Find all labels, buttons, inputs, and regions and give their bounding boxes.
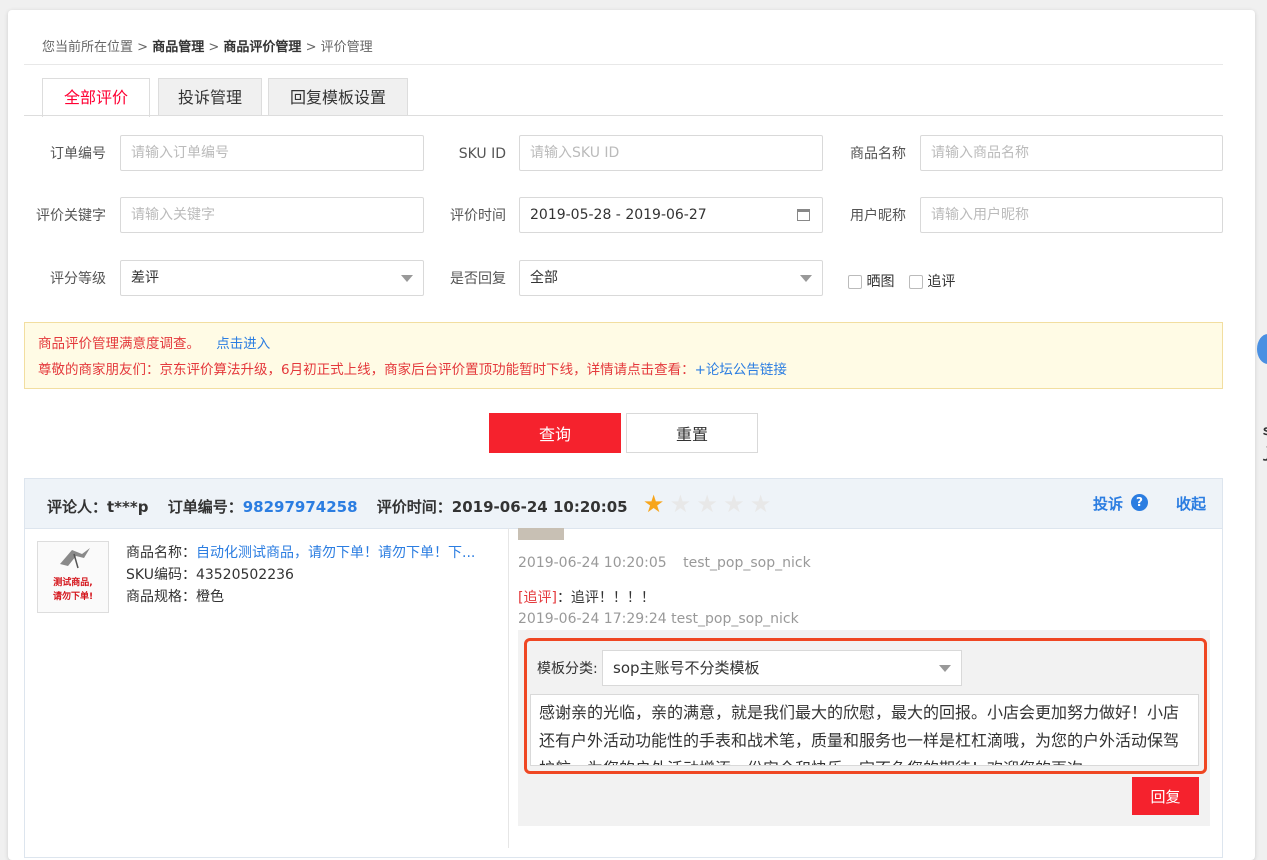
highlight-box [524, 638, 1207, 774]
tab-all-reviews[interactable]: 全部评价 [42, 78, 150, 117]
content-nick: test_pop_sop_nick [683, 555, 811, 571]
nickname-label: 用户昵称 [850, 208, 906, 224]
followup-time: 2019-06-24 17:29:24 [518, 611, 667, 627]
breadcrumb-sep: > [305, 40, 317, 55]
spec-value: 橙色 [196, 589, 224, 605]
reset-button[interactable]: 重置 [626, 413, 758, 453]
edge-fragment: ｊ [1260, 442, 1267, 462]
keyword-label: 评价关键字 [36, 208, 106, 224]
product-name-input[interactable]: 请输入商品名称 [920, 135, 1223, 171]
sku-id-label: SKU ID [458, 146, 506, 162]
thumb-text-line2: 请勿下单! [52, 592, 94, 602]
breadcrumb-sep: > [137, 40, 149, 55]
order-link[interactable]: 98297974258 [243, 498, 358, 516]
keyword-input[interactable]: 请输入关键字 [120, 197, 424, 233]
notice-link-enter[interactable]: 点击进入 [216, 336, 270, 352]
sku-label: SKU编码： [126, 567, 196, 583]
review-time-value: 2019-05-28 - 2019-06-27 [530, 207, 707, 223]
checkbox-group: 晒图 追评 [848, 271, 955, 291]
breadcrumb-sep: > [208, 40, 220, 55]
review-time-label-h: 评价时间： [376, 498, 452, 516]
reviewer-label: 评论人： [47, 498, 108, 516]
product-name-label: 商品名称： [126, 545, 196, 561]
notice-line2: 尊敬的商家朋友们：京东评价算法升级，6月初正式上线，商家后台评价置顶功能暂时下线… [38, 362, 695, 378]
product-thumbnail[interactable]: 测试商品, 请勿下单! [37, 541, 109, 613]
thumb-text-line1: 测试商品, [53, 578, 93, 588]
tab-divider [24, 115, 1223, 116]
spec-label: 商品规格： [126, 589, 196, 605]
review-time-label: 评价时间 [450, 208, 506, 224]
review-image[interactable] [518, 528, 564, 540]
followup-text: ：追评！！！！ [556, 590, 655, 606]
help-icon[interactable]: ? [1131, 494, 1148, 511]
sku-id-input[interactable]: 请输入SKU ID [519, 135, 823, 171]
reviewer-name: t***p [107, 498, 149, 516]
order-no-input[interactable]: 请输入订单编号 [120, 135, 424, 171]
show-pic-label[interactable]: 晒图 [866, 274, 894, 290]
star-icon: ★ [696, 490, 718, 518]
edge-fragment: ｓ [1260, 420, 1267, 440]
complain-link[interactable]: 投诉 [1093, 479, 1123, 529]
search-button[interactable]: 查询 [489, 413, 621, 453]
sku-value: 43520502236 [195, 567, 294, 583]
star-icon: ★ [642, 490, 665, 518]
rating-select[interactable]: 差评 [120, 260, 424, 296]
replied-value: 全部 [530, 270, 558, 286]
breadcrumb-level1[interactable]: 商品管理 [152, 40, 204, 55]
content-time: 2019-06-24 10:20:05 [518, 555, 667, 571]
product-name-link[interactable]: 自动化测试商品，请勿下单！请勿下单！下... [196, 545, 475, 561]
followup-nick: test_pop_sop_nick [671, 611, 799, 627]
divider [24, 64, 1223, 65]
chevron-down-icon [800, 275, 812, 282]
breadcrumb-level2[interactable]: 商品评价管理 [223, 40, 301, 55]
tab-reply-templates[interactable]: 回复模板设置 [268, 78, 408, 116]
replied-select[interactable]: 全部 [519, 260, 823, 296]
star-icon: ★ [723, 490, 745, 518]
followup-comment: [追评]：追评！！！！ [518, 587, 655, 607]
review-header: 评论人：t***p 订单编号：98297974258 评价时间：2019-06-… [24, 478, 1223, 528]
tab-complaints[interactable]: 投诉管理 [158, 78, 262, 116]
notice-line1: 商品评价管理满意度调查。 [38, 336, 200, 352]
product-name-label: 商品名称 [850, 146, 906, 162]
nickname-input[interactable]: 请输入用户昵称 [920, 197, 1223, 233]
order-no-label: 订单编号 [50, 146, 106, 162]
review-time-input[interactable]: 2019-05-28 - 2019-06-27 [519, 197, 823, 233]
calendar-icon[interactable] [797, 209, 810, 221]
breadcrumb-level3: 评价管理 [320, 40, 373, 55]
followup-checkbox[interactable] [908, 275, 923, 289]
product-image-icon [60, 548, 90, 569]
notice-link-forum[interactable]: +论坛公告链接 [695, 362, 787, 378]
followup-tag: [追评] [518, 590, 557, 606]
rating-label: 评分等级 [50, 271, 106, 287]
replied-label: 是否回复 [450, 271, 506, 287]
chevron-down-icon [401, 275, 413, 282]
breadcrumb: 您当前所在位置 > 商品管理 > 商品评价管理 > 评价管理 [42, 36, 373, 55]
order-label: 订单编号： [167, 498, 243, 516]
float-help-icon[interactable] [1257, 334, 1267, 364]
followup-label[interactable]: 追评 [927, 274, 955, 290]
product-info: 商品名称：自动化测试商品，请勿下单！请勿下单！下... SKU编码：435205… [126, 542, 475, 608]
rating-value: 差评 [131, 270, 159, 286]
show-pic-checkbox[interactable] [848, 275, 862, 289]
review-meta: 2019-06-24 10:20:05 test_pop_sop_nick [518, 555, 811, 571]
review-time-h: 2019-06-24 10:20:05 [451, 498, 628, 516]
reply-button[interactable]: 回复 [1132, 777, 1199, 815]
column-divider [508, 528, 509, 848]
collapse-link[interactable]: 收起 [1176, 479, 1206, 529]
star-rating: ★ ★ ★ ★ ★ [643, 490, 772, 518]
thumb-text: 测试商品, 请勿下单! [38, 576, 108, 604]
star-icon: ★ [669, 490, 692, 518]
star-icon: ★ [749, 490, 772, 518]
breadcrumb-prefix: 您当前所在位置 [42, 40, 134, 55]
followup-meta: 2019-06-24 17:29:24 test_pop_sop_nick [518, 611, 799, 627]
notice-banner: 商品评价管理满意度调查。 点击进入 尊敬的商家朋友们：京东评价算法升级，6月初正… [24, 322, 1223, 389]
